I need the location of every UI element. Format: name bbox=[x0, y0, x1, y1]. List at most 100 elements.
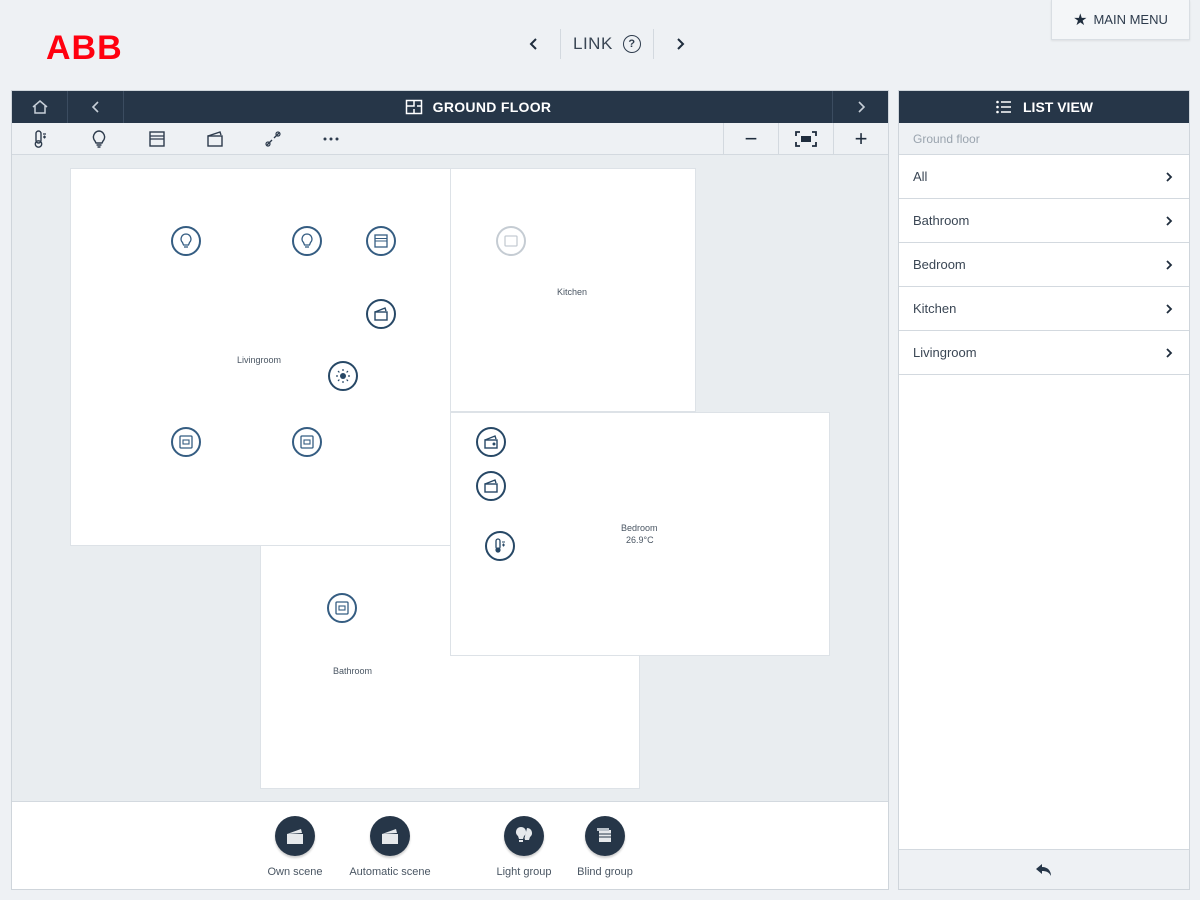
list-item-label: Bathroom bbox=[913, 213, 970, 228]
list-item-bedroom[interactable]: Bedroom bbox=[899, 243, 1189, 287]
link-filter-icon bbox=[265, 130, 281, 147]
list-item-label: Bedroom bbox=[913, 257, 966, 272]
light-device[interactable] bbox=[171, 226, 201, 256]
thermostat-icon bbox=[495, 538, 505, 553]
room-label-livingroom: Livingroom bbox=[237, 355, 282, 365]
light-filter-icon bbox=[92, 129, 106, 148]
thermostat-filter-button[interactable] bbox=[12, 123, 70, 154]
scene-icon bbox=[374, 307, 388, 321]
list-item-livingroom[interactable]: Livingroom bbox=[899, 331, 1189, 375]
more-button[interactable] bbox=[302, 123, 360, 154]
star-icon: ★ bbox=[1073, 11, 1088, 29]
own-scene-label: Own scene bbox=[267, 866, 323, 878]
scene-icon bbox=[275, 816, 315, 856]
previous-page-button[interactable] bbox=[520, 28, 548, 60]
scene-filter-icon bbox=[207, 130, 223, 147]
floor-plan-icon bbox=[405, 99, 422, 115]
divider bbox=[652, 29, 654, 59]
link-filter-button[interactable] bbox=[244, 123, 302, 154]
chevron-right-icon bbox=[677, 38, 685, 50]
light-group-label: Light group bbox=[496, 866, 552, 878]
light-device[interactable] bbox=[292, 226, 322, 256]
switch-icon bbox=[504, 235, 518, 247]
switch-device[interactable] bbox=[327, 593, 357, 623]
floor-header: GROUND FLOOR bbox=[12, 91, 888, 123]
list-item-label: Livingroom bbox=[913, 345, 977, 360]
chevron-right-icon bbox=[1166, 171, 1173, 182]
home-button[interactable] bbox=[12, 91, 68, 123]
scene-icon bbox=[484, 435, 498, 449]
chevron-right-icon bbox=[1166, 303, 1173, 314]
list-icon bbox=[996, 100, 1011, 114]
bulb-icon bbox=[301, 233, 313, 248]
list-view-panel: LIST VIEW Ground floor All Bathroom Bedr… bbox=[898, 90, 1190, 890]
zoom-out-button[interactable]: − bbox=[723, 123, 778, 154]
help-icon[interactable]: ? bbox=[622, 35, 641, 53]
blind-group-icon bbox=[585, 816, 625, 856]
fit-screen-icon bbox=[795, 130, 817, 147]
list-view-header: LIST VIEW bbox=[899, 91, 1189, 123]
abb-logo: ABB bbox=[46, 29, 123, 67]
floor-plan-panel: GROUND FLOOR − + Bathroom Livingroom Kit… bbox=[11, 90, 889, 890]
room-kitchen[interactable]: Kitchen bbox=[450, 168, 696, 412]
room-label-kitchen: Kitchen bbox=[557, 287, 588, 297]
page-title: LINK bbox=[573, 34, 613, 53]
list-item-all[interactable]: All bbox=[899, 155, 1189, 199]
room-label-bedroom: Bedroom bbox=[621, 523, 658, 533]
list-item-label: All bbox=[913, 169, 928, 184]
home-icon bbox=[32, 100, 47, 114]
switch-icon bbox=[300, 435, 314, 449]
breadcrumb: Ground floor bbox=[899, 123, 1189, 155]
floor-prev-button[interactable] bbox=[68, 91, 124, 123]
scene-device[interactable] bbox=[366, 299, 396, 329]
scene-icon bbox=[484, 479, 498, 493]
blind-device[interactable] bbox=[366, 226, 396, 256]
chevron-right-icon bbox=[1166, 215, 1173, 226]
chevron-right-icon bbox=[1166, 347, 1173, 358]
list-item-bathroom[interactable]: Bathroom bbox=[899, 199, 1189, 243]
blind-icon bbox=[374, 234, 388, 248]
next-page-button[interactable] bbox=[666, 28, 694, 60]
thermostat-device[interactable] bbox=[485, 531, 515, 561]
floor-title-label: GROUND FLOOR bbox=[432, 99, 552, 115]
list-item-label: Kitchen bbox=[913, 301, 957, 316]
switch-device[interactable] bbox=[292, 427, 322, 457]
dimmer-device[interactable] bbox=[328, 361, 358, 391]
thermostat-filter-icon bbox=[34, 129, 46, 148]
blind-filter-button[interactable] bbox=[128, 123, 186, 154]
chevron-left-icon bbox=[91, 101, 99, 113]
scene-filter-button[interactable] bbox=[186, 123, 244, 154]
back-button[interactable] bbox=[899, 849, 1189, 889]
own-scene-button[interactable]: Own scene bbox=[240, 816, 350, 878]
zoom-in-button[interactable]: + bbox=[833, 123, 888, 154]
top-navigation: LINK ? bbox=[520, 28, 694, 60]
switch-icon bbox=[179, 435, 193, 449]
floor-plan-canvas[interactable]: Bathroom Livingroom Kitchen Bedroom 26.9… bbox=[12, 155, 888, 801]
floor-title: GROUND FLOOR bbox=[124, 91, 832, 123]
back-arrow-icon bbox=[1036, 863, 1051, 876]
group-actions-bar: Own scene Automatic scene Light group Bl… bbox=[12, 801, 888, 889]
more-icon bbox=[323, 137, 339, 140]
main-menu-button[interactable]: ★ MAIN MENU bbox=[1051, 0, 1190, 40]
room-livingroom[interactable]: Livingroom bbox=[70, 168, 452, 546]
chevron-left-icon bbox=[529, 38, 537, 50]
automatic-scene-button[interactable]: Automatic scene bbox=[335, 816, 445, 878]
list-view-title: LIST VIEW bbox=[1023, 99, 1093, 115]
switch-device[interactable] bbox=[171, 427, 201, 457]
main-menu-label: MAIN MENU bbox=[1093, 12, 1168, 27]
list-empty-area bbox=[899, 375, 1189, 849]
chevron-right-icon bbox=[1166, 259, 1173, 270]
scene-device[interactable] bbox=[476, 471, 506, 501]
list-item-kitchen[interactable]: Kitchen bbox=[899, 287, 1189, 331]
bulb-icon bbox=[180, 233, 192, 248]
scene-device[interactable] bbox=[476, 427, 506, 457]
switch-device-inactive[interactable] bbox=[496, 226, 526, 256]
fit-to-screen-button[interactable] bbox=[778, 123, 833, 154]
device-filter-toolbar: − + bbox=[12, 123, 888, 155]
bedroom-temperature: 26.9°C bbox=[626, 535, 654, 545]
light-filter-button[interactable] bbox=[70, 123, 128, 154]
blind-group-label: Blind group bbox=[577, 866, 633, 878]
floor-next-button[interactable] bbox=[832, 91, 888, 123]
blind-group-button[interactable]: Blind group bbox=[550, 816, 660, 878]
